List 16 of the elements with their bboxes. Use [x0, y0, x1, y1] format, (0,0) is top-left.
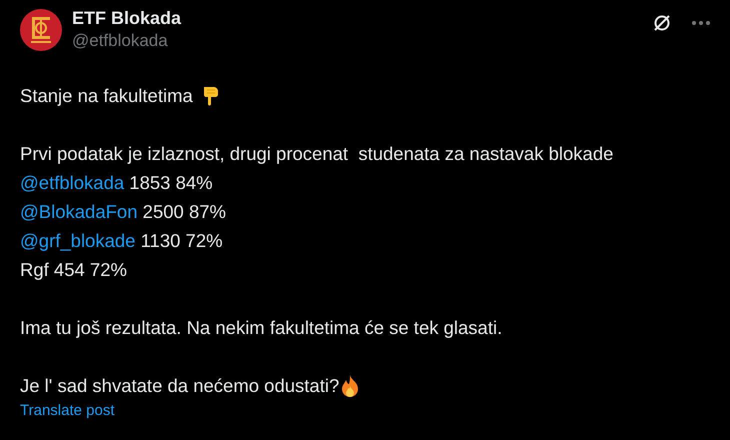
mention-link[interactable]: @grf_blokade — [20, 226, 136, 255]
translate-link[interactable]: Translate post — [20, 402, 114, 419]
post-text: 1853 84% — [128, 171, 213, 195]
post-text: Prvi podatak je izlaznost, drugi procenat studenata za nastavak blokade — [20, 142, 614, 166]
more-icon[interactable] — [692, 20, 710, 24]
post-text: Stanje na fakultetima — [20, 84, 193, 108]
post-text: Ima tu još rezultata. Na nekim fakultetima će se tek glasati. — [20, 316, 502, 340]
post-text: 1130 72% — [140, 229, 223, 253]
post-text: 2500 87% — [142, 200, 226, 224]
mention-link[interactable]: @etfblokada — [20, 168, 124, 197]
author-handle[interactable]: @etfblokada — [72, 31, 642, 51]
post-text: Je l' sad shvatate da nećemo odustati? — [20, 374, 340, 398]
avatar-logo[interactable] — [20, 8, 62, 50]
mention-link[interactable]: @BlokadaFon — [20, 197, 138, 226]
post-text: Rgf 454 72% — [20, 258, 127, 282]
author-name[interactable]: ETF Blokada — [72, 8, 642, 29]
